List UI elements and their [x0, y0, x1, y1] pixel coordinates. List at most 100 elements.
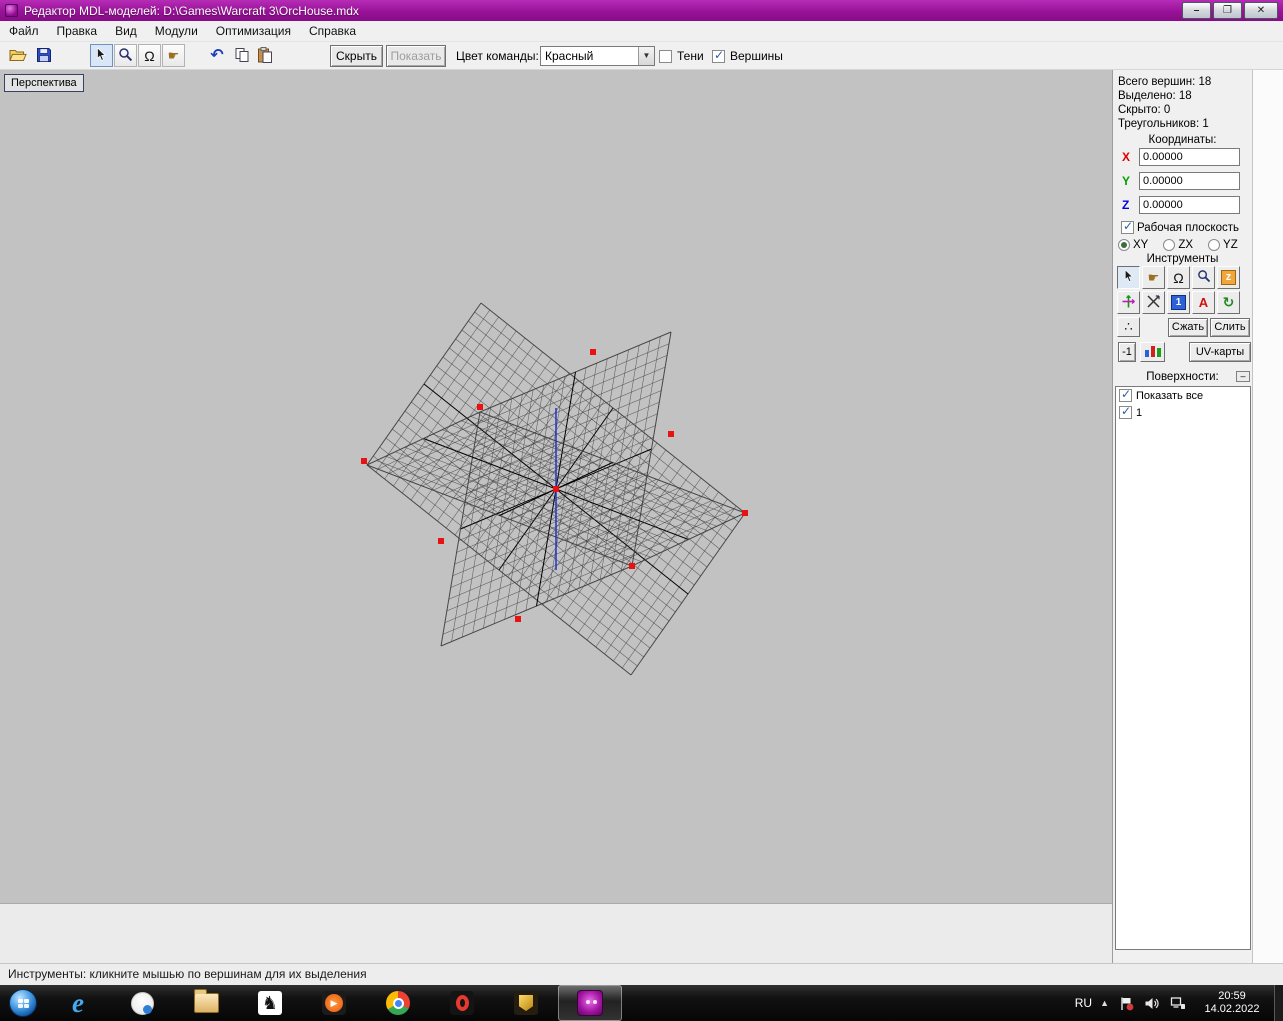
taskbar-app-messenger[interactable] — [110, 985, 174, 1021]
move-axes-icon — [1121, 294, 1136, 312]
panel-rotate-tool-button[interactable]: Ω — [1167, 266, 1190, 289]
compress-button[interactable]: Сжать — [1168, 318, 1208, 337]
panel-lock-button[interactable]: A — [1192, 291, 1215, 314]
menu-view[interactable]: Вид — [106, 21, 146, 41]
refresh-icon: ↻ — [1223, 294, 1235, 311]
taskbar-app-warcraft3[interactable] — [494, 985, 558, 1021]
surface-1-checkbox[interactable] — [1119, 406, 1132, 419]
plane-xy-radio[interactable] — [1118, 239, 1130, 251]
vertices-checkbox[interactable] — [712, 50, 725, 63]
chrome-icon — [386, 991, 410, 1015]
chevron-down-icon[interactable]: ▼ — [638, 47, 654, 65]
language-indicator[interactable]: RU — [1075, 996, 1092, 1010]
cursor-arrow-icon — [1122, 269, 1136, 286]
surfaces-list[interactable]: Показать все 1 — [1115, 386, 1251, 950]
histogram-button[interactable] — [1140, 342, 1165, 362]
coordinate-y-input[interactable] — [1139, 172, 1240, 190]
work-plane-checkbox[interactable] — [1121, 221, 1134, 234]
panel-right-margin — [1252, 70, 1283, 963]
show-all-checkbox[interactable] — [1119, 389, 1132, 402]
merge-button[interactable]: Слить — [1210, 318, 1250, 337]
panel-z-depth-button[interactable]: z — [1217, 266, 1240, 289]
undo-button[interactable]: ↶ — [205, 44, 229, 68]
open-file-button[interactable] — [6, 44, 30, 68]
toolbar: Ω ☛ ↶ Скрыть Показать Цвет команды: Крас… — [0, 42, 1283, 70]
show-all-row[interactable]: Показать все — [1116, 387, 1250, 404]
pan-tool-button[interactable]: ☛ — [162, 44, 185, 67]
save-file-button[interactable] — [32, 44, 56, 68]
tray-expand-icon[interactable]: ▲ — [1100, 998, 1109, 1008]
volume-icon[interactable] — [1143, 994, 1161, 1012]
panel-zoom-tool-button[interactable] — [1192, 266, 1215, 289]
plane-yz-radio[interactable] — [1208, 239, 1220, 251]
menu-optimization[interactable]: Оптимизация — [207, 21, 300, 41]
internet-explorer-icon: e — [72, 990, 84, 1016]
perspective-label[interactable]: Перспектива — [4, 74, 84, 92]
panel-snap-button[interactable]: ∴ — [1117, 317, 1140, 337]
menu-edit[interactable]: Правка — [48, 21, 107, 41]
panel-select-tool-button[interactable] — [1117, 266, 1140, 289]
coordinate-z-input[interactable] — [1139, 196, 1240, 214]
uv-maps-button[interactable]: UV-карты — [1189, 342, 1251, 362]
status-text: Инструменты: кликните мышью по вершинам … — [8, 967, 367, 981]
histogram-icon — [1144, 344, 1162, 361]
taskbar-app-media-player[interactable]: ▶ — [302, 985, 366, 1021]
zoom-tool-button[interactable] — [114, 44, 137, 67]
team-color-value: Красный — [541, 49, 638, 63]
play-icon: ▶ — [331, 999, 338, 1008]
minimize-button[interactable]: – — [1182, 2, 1211, 19]
cursor-arrow-icon — [94, 47, 109, 65]
taskbar-app-chrome[interactable] — [366, 985, 430, 1021]
paste-button[interactable] — [253, 44, 277, 68]
chess-icon: ♞ — [258, 991, 282, 1015]
taskbar-app-internet-explorer[interactable]: e — [46, 985, 110, 1021]
rotate-icon: Ω — [1173, 271, 1183, 285]
network-icon[interactable] — [1169, 994, 1187, 1012]
titlebar[interactable]: Редактор MDL-моделей: D:\Games\Warcraft … — [0, 0, 1283, 21]
wireframe-model[interactable] — [0, 70, 1112, 903]
coordinate-x-input[interactable] — [1139, 148, 1240, 166]
hide-button[interactable]: Скрыть — [330, 45, 383, 67]
rotate-view-button[interactable]: Ω — [138, 44, 161, 67]
status-bar: Инструменты: кликните мышью по вершинам … — [0, 963, 1283, 985]
panel-move-tool-button[interactable] — [1117, 291, 1140, 314]
panel-refresh-button[interactable]: ↻ — [1217, 291, 1240, 314]
show-desktop-button[interactable] — [1274, 985, 1283, 1021]
minus-one-button[interactable]: -1 — [1118, 342, 1136, 362]
menu-modules[interactable]: Модули — [146, 21, 207, 41]
show-button[interactable]: Показать — [386, 45, 446, 67]
start-button[interactable] — [0, 985, 46, 1021]
menu-help[interactable]: Справка — [300, 21, 365, 41]
clock-date: 14.02.2022 — [1195, 1003, 1269, 1016]
taskbar-clock[interactable]: 20:59 14.02.2022 — [1195, 990, 1269, 1016]
close-button[interactable]: ✕ — [1244, 2, 1278, 19]
select-tool-button[interactable] — [90, 44, 113, 67]
hand-icon: ☛ — [1148, 271, 1160, 284]
y-axis-label: Y — [1122, 174, 1130, 188]
viewport-3d[interactable]: Перспектива — [0, 70, 1112, 903]
plane-zx-label: ZX — [1178, 239, 1193, 251]
stat-selected: Выделено: 18 — [1113, 89, 1252, 103]
taskbar-app-file-manager[interactable] — [174, 985, 238, 1021]
panel-pan-tool-button[interactable]: ☛ — [1142, 266, 1165, 289]
menu-file[interactable]: Файл — [0, 21, 48, 41]
stat-hidden: Скрыто: 0 — [1113, 103, 1252, 117]
windows-orb-icon — [9, 989, 37, 1017]
panel-scale-tool-button[interactable] — [1142, 291, 1165, 314]
taskbar-app-chess[interactable]: ♞ — [238, 985, 302, 1021]
copy-button[interactable] — [230, 44, 254, 68]
maximize-button[interactable]: ❐ — [1213, 2, 1242, 19]
panel-extrude-button[interactable]: 1 — [1167, 291, 1190, 314]
surfaces-collapse-button[interactable]: – — [1236, 371, 1250, 382]
vertices-label: Вершины — [730, 42, 783, 70]
stat-total-vertices: Всего вершин: 18 — [1113, 75, 1252, 89]
action-center-flag-icon[interactable] — [1117, 994, 1135, 1012]
taskbar-app-opera[interactable] — [430, 985, 494, 1021]
system-tray: RU ▲ 20:59 14.02.2022 — [1075, 985, 1269, 1021]
shadows-checkbox[interactable] — [659, 50, 672, 63]
plane-zx-radio[interactable] — [1163, 239, 1175, 251]
team-color-select[interactable]: Красный ▼ — [540, 46, 655, 66]
taskbar-app-mdl-editor[interactable] — [558, 985, 622, 1021]
surface-item-row[interactable]: 1 — [1116, 404, 1250, 421]
window-controls: – ❐ ✕ — [1182, 2, 1278, 19]
